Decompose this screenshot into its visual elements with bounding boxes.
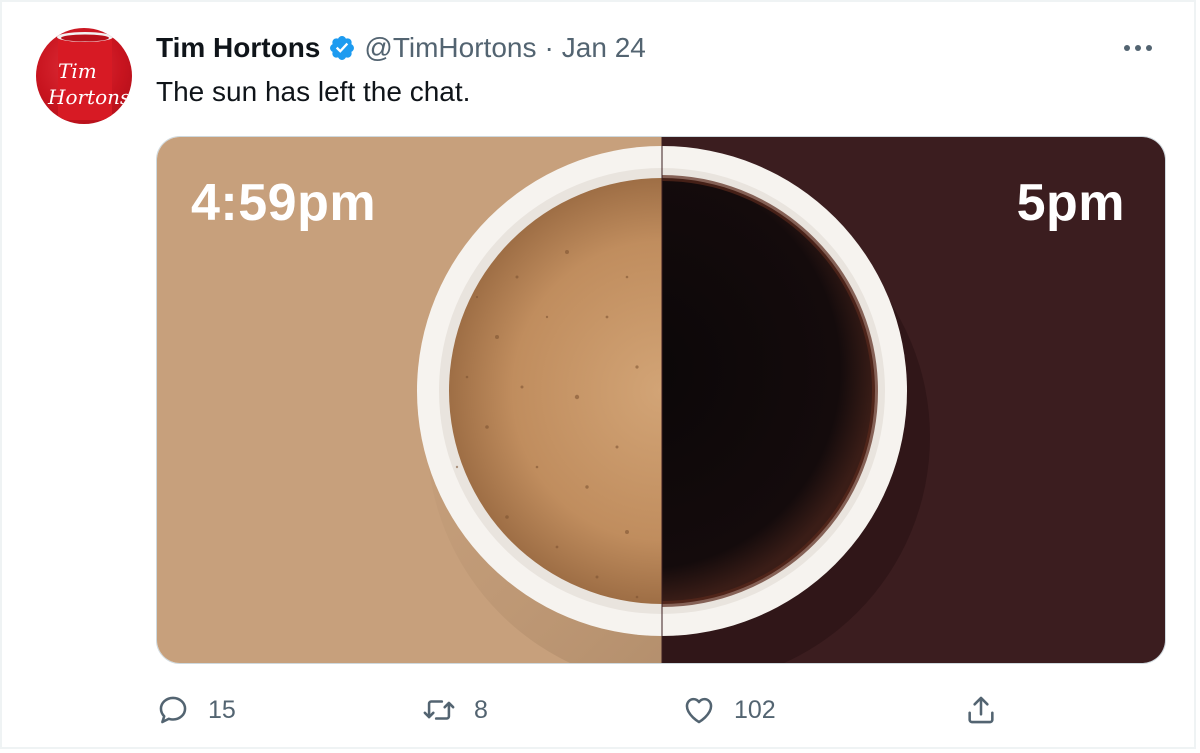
reply-count: 15 (208, 695, 236, 724)
svg-text:Tim: Tim (58, 59, 97, 83)
retweet-icon (423, 700, 455, 720)
heart-icon (685, 697, 713, 724)
author-name[interactable]: Tim Hortons (156, 32, 320, 64)
tweet-media[interactable]: 4:59pm 5pm (156, 136, 1166, 664)
tweet-actions: 15 8 102 (156, 690, 1156, 730)
retweet-count: 8 (474, 695, 488, 724)
share-button[interactable] (964, 690, 998, 730)
verified-badge-icon (330, 36, 355, 60)
separator: · (544, 32, 554, 63)
tweet-card[interactable]: Tim Hortons Tim Hortons @TimHortons · Ja… (0, 0, 1196, 749)
share-icon (968, 696, 994, 724)
tweet-header: Tim Hortons @TimHortons · Jan 24 (156, 30, 646, 66)
svg-text:Hortons: Hortons (47, 85, 130, 109)
like-count: 102 (734, 695, 776, 724)
more-options-icon[interactable] (1118, 32, 1158, 64)
avatar[interactable]: Tim Hortons (36, 28, 132, 124)
reply-button[interactable]: 15 (156, 690, 236, 730)
time-label-after: 5pm (1016, 174, 1125, 232)
reply-icon (159, 696, 187, 724)
time-label-before: 4:59pm (191, 174, 377, 232)
retweet-button[interactable]: 8 (422, 690, 488, 730)
tweet-date[interactable]: Jan 24 (562, 32, 646, 64)
tweet-text: The sun has left the chat. (156, 76, 471, 107)
author-handle[interactable]: @TimHortons (364, 32, 536, 64)
like-button[interactable]: 102 (682, 690, 776, 730)
tim-hortons-logo: Tim Hortons (47, 32, 130, 120)
